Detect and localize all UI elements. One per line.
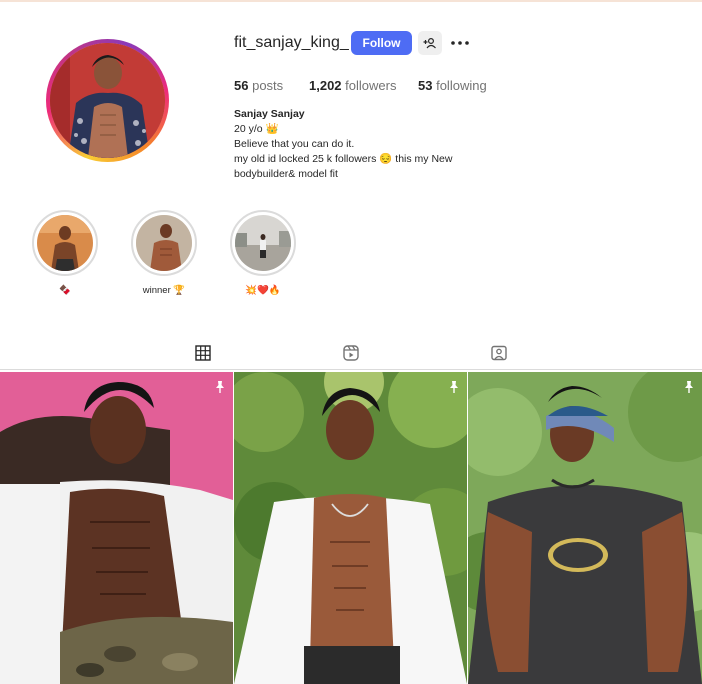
post-image [234,372,467,684]
grid-icon [195,345,211,361]
highlight-label: 🍫 [59,285,71,296]
highlight-item[interactable]: 💥❤️🔥 [230,210,296,296]
tab-posts[interactable] [179,340,227,370]
bio-line: bodybuilder& model fit [234,168,338,180]
tabs-divider [0,369,702,370]
reels-icon [343,345,359,361]
add-person-icon [423,37,436,49]
tab-reels[interactable] [327,340,375,370]
post-image [468,372,702,684]
posts-count: 56 posts [234,78,284,93]
pin-icon [685,381,693,393]
highlight-thumbnail [136,215,192,271]
bio-line: 20 y/o 👑 [234,123,279,135]
highlight-thumbnail [37,215,93,271]
followers-link[interactable]: 1,202 followers [309,78,396,93]
highlight-item[interactable]: winner 🏆 [131,210,197,296]
pin-icon [216,381,224,393]
bio-line: Believe that you can do it. [234,138,355,150]
profile-avatar[interactable] [46,39,169,162]
profile-full-name: Sanjay Sanjay [234,108,305,120]
tagged-icon [491,345,507,361]
top-divider [0,0,702,2]
follow-button[interactable]: Follow [351,31,412,55]
pin-icon [450,381,458,393]
more-options-button[interactable] [450,35,470,51]
post-image [0,372,233,684]
post-thumbnail[interactable] [234,372,467,684]
highlight-label: 💥❤️🔥 [245,285,281,296]
suggested-users-button[interactable] [418,31,442,55]
bio-line: my old id locked 25 k followers 😔 this m… [234,153,453,165]
tab-tagged[interactable] [475,340,523,370]
more-options-icon [451,41,469,45]
profile-username: fit_sanjay_king_ [234,34,349,51]
highlight-item[interactable]: 🍫 [32,210,98,296]
highlight-thumbnail [235,215,291,271]
highlight-label: winner 🏆 [142,285,186,296]
following-link[interactable]: 53 following [418,78,487,93]
post-thumbnail[interactable] [468,372,702,684]
post-thumbnail[interactable] [0,372,233,684]
profile-bio: Sanjay Sanjay 20 y/o 👑 Believe that you … [234,107,514,182]
